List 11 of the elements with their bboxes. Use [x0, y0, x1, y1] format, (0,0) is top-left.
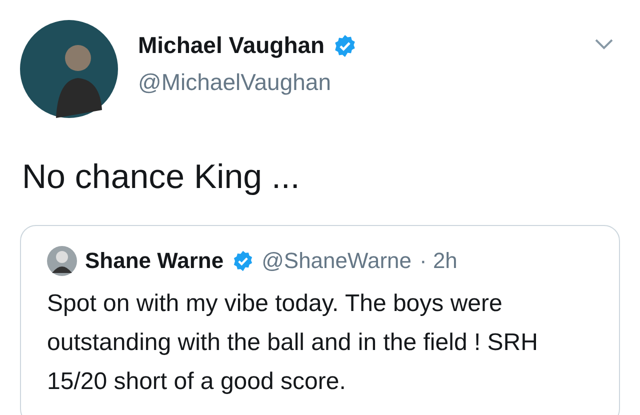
- tweet-text: No chance King ...: [22, 158, 301, 197]
- avatar[interactable]: [47, 246, 77, 276]
- quoted-author-handle[interactable]: @ShaneWarne: [262, 248, 412, 274]
- quoted-tweet-card[interactable]: Shane Warne @ShaneWarne · 2h Spot on with my vibe today. The boys were outstanding with the ball and in the field ! SRH 15/20 short of a good score.: [20, 225, 620, 415]
- chevron-down-icon[interactable]: [594, 38, 614, 50]
- quoted-tweet-text: Spot on with my vibe today. The boys were outstanding with the ball and in the field ! SRH 15/20 short of a good score.: [47, 289, 539, 397]
- author-handle[interactable]: @MichaelVaughan: [138, 69, 574, 96]
- quoted-tweet-time: · 2h: [420, 248, 458, 274]
- avatar[interactable]: [20, 20, 118, 118]
- author-name[interactable]: Michael Vaughan: [138, 32, 325, 59]
- quoted-author-name[interactable]: Shane Warne: [85, 248, 224, 274]
